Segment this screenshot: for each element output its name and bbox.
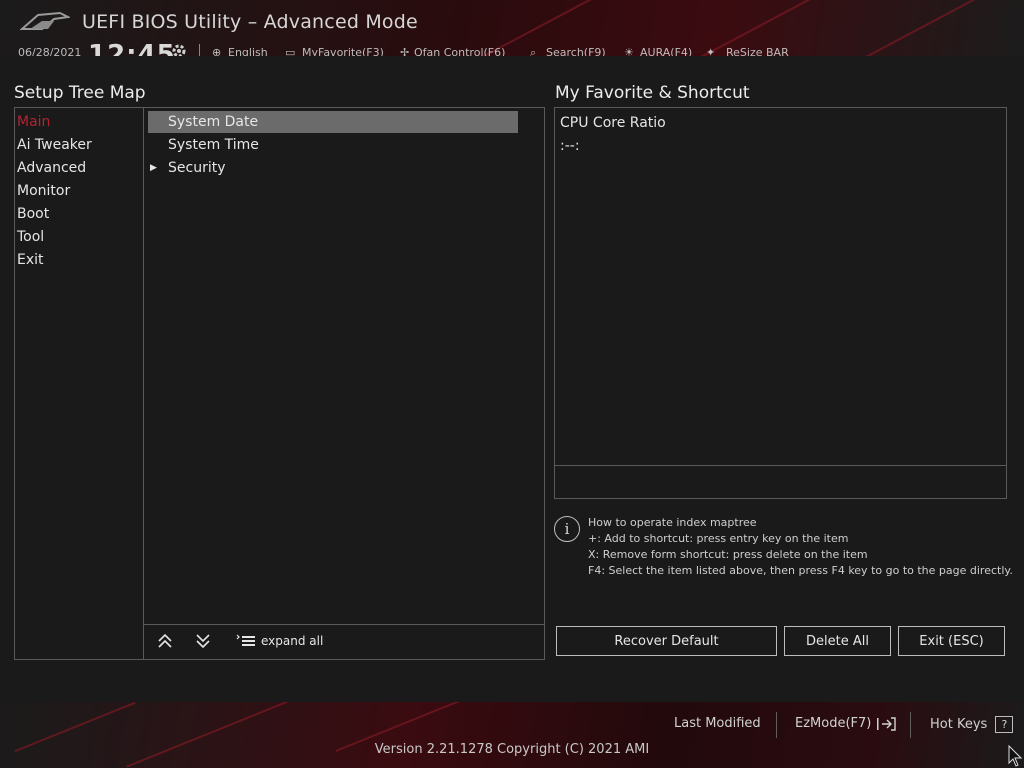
exit-button[interactable]: Exit (ESC)	[898, 626, 1005, 656]
setup-tree-panel: Main Ai Tweaker Advanced Monitor Boot To…	[14, 107, 545, 660]
mouse-cursor-icon	[1008, 745, 1022, 767]
hotkeys-label: Hot Keys	[930, 717, 988, 732]
resize-bar-icon: ✦	[706, 46, 716, 56]
subitem-label: System Date	[168, 114, 259, 130]
favorite-panel: CPU Core Ratio :--:	[554, 107, 1007, 499]
footer-bar: Last Modified EzMode(F7) Hot Keys ? Vers…	[0, 702, 1024, 768]
delete-all-button[interactable]: Delete All	[784, 626, 891, 656]
help-title: How to operate index maptree	[588, 516, 757, 529]
language-selector[interactable]: English	[228, 46, 268, 56]
aura-icon: ☀	[624, 46, 634, 56]
info-icon: i	[554, 516, 580, 542]
rog-logo	[20, 11, 70, 30]
ezmode-link[interactable]: EzMode(F7)	[795, 716, 896, 731]
search-icon: ⌕	[530, 46, 537, 56]
resize-bar-link[interactable]: ReSize BAR	[726, 46, 789, 56]
help-line: +: Add to shortcut: press entry key on t…	[588, 532, 849, 545]
favorite-item-separator[interactable]: :--:	[560, 138, 580, 154]
app-title: UEFI BIOS Utility – Advanced Mode	[82, 11, 418, 33]
tree-map-title: Setup Tree Map	[14, 83, 146, 103]
hotkeys-link[interactable]: Hot Keys ?	[930, 716, 1014, 733]
exit-arrow-icon	[876, 716, 896, 731]
search-link[interactable]: Search(F9)	[546, 46, 606, 56]
menu-item-advanced[interactable]: Advanced	[17, 160, 86, 176]
favorite-item-cpu-core-ratio[interactable]: CPU Core Ratio	[560, 115, 666, 131]
subitem-system-time[interactable]: System Time	[148, 134, 518, 156]
expand-arrow-icon: ▶	[150, 163, 157, 173]
gear-icon[interactable]	[170, 42, 188, 56]
list-icon[interactable]	[236, 633, 256, 649]
favorite-icon: ▭	[285, 46, 296, 56]
tree-menu: Main Ai Tweaker Advanced Monitor Boot To…	[15, 108, 144, 659]
subitem-security[interactable]: ▶ Security	[148, 157, 518, 179]
fan-icon: ✢	[400, 46, 410, 56]
aura-link[interactable]: AURA(F4)	[640, 46, 692, 56]
subitem-system-date[interactable]: System Date	[148, 111, 518, 133]
date-display: 06/28/2021	[18, 46, 82, 56]
subitem-label: System Time	[168, 137, 259, 153]
menu-item-exit[interactable]: Exit	[17, 252, 44, 268]
menu-item-ai-tweaker[interactable]: Ai Tweaker	[17, 137, 92, 153]
menu-item-main[interactable]: Main	[17, 114, 50, 130]
last-modified-link[interactable]: Last Modified	[674, 716, 761, 731]
question-icon: ?	[995, 716, 1014, 733]
clock-display: 12:45	[88, 40, 176, 56]
favorite-title: My Favorite & Shortcut	[555, 83, 750, 103]
menu-item-tool[interactable]: Tool	[17, 229, 44, 245]
menu-item-monitor[interactable]: Monitor	[17, 183, 70, 199]
help-line: F4: Select the item listed above, then p…	[588, 564, 1013, 577]
header-bar: UEFI BIOS Utility – Advanced Mode 06/28/…	[0, 0, 1024, 56]
collapse-all-icon[interactable]	[157, 633, 173, 649]
help-line: X: Remove form shortcut: press delete on…	[588, 548, 868, 561]
recover-default-button[interactable]: Recover Default	[556, 626, 777, 656]
main-area: Setup Tree Map My Favorite & Shortcut Ma…	[0, 56, 1024, 702]
qfan-link[interactable]: Qfan Control(F6)	[414, 46, 505, 56]
status-bar: 06/28/2021 12:45 ⊕ English ▭ MyFavorite(…	[0, 40, 1024, 56]
subitem-label: Security	[168, 160, 226, 176]
menu-item-boot[interactable]: Boot	[17, 206, 49, 222]
favorite-divider	[555, 465, 1006, 466]
expand-down-icon[interactable]	[195, 633, 211, 649]
version-text: Version 2.21.1278 Copyright (C) 2021 AMI	[374, 742, 650, 757]
myfavorite-link[interactable]: MyFavorite(F3)	[302, 46, 384, 56]
ezmode-label: EzMode(F7)	[795, 716, 872, 731]
help-panel: i How to operate index maptree +: Add to…	[554, 516, 1014, 586]
tree-subitems: System Date System Time ▶ Security expan…	[144, 108, 544, 659]
expand-all-link[interactable]: expand all	[261, 634, 323, 648]
globe-icon: ⊕	[212, 46, 222, 56]
tree-footer: expand all	[144, 624, 544, 660]
